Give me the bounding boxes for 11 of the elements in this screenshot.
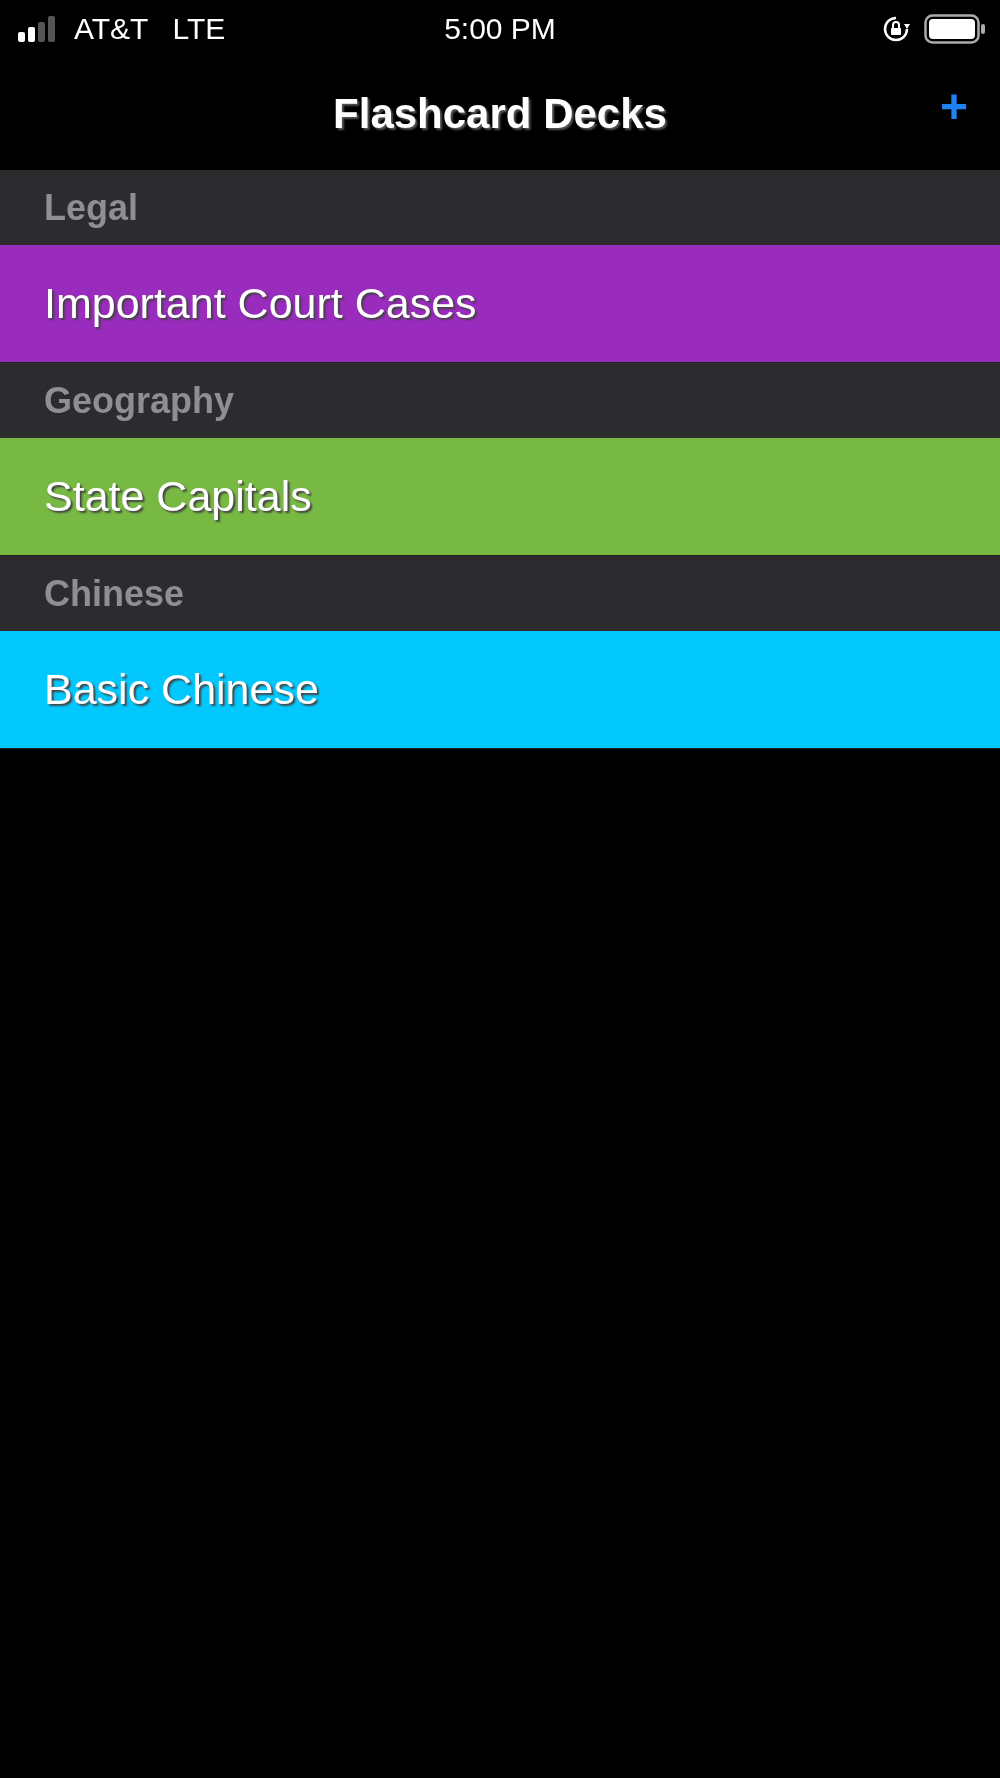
add-button[interactable]: + bbox=[933, 79, 974, 134]
section-header: Legal bbox=[0, 170, 1000, 245]
section-header: Geography bbox=[0, 363, 1000, 438]
status-time: 5:00 PM bbox=[443, 11, 557, 46]
screen-title: Flashcard Decks bbox=[333, 89, 667, 138]
rotation-lock-icon bbox=[882, 14, 910, 43]
deck-row[interactable]: Important Court Cases bbox=[0, 245, 1000, 363]
network-type: LTE bbox=[172, 11, 226, 46]
battery-icon bbox=[924, 13, 986, 44]
section-header: Chinese bbox=[0, 556, 1000, 631]
carrier-name: AT&T bbox=[74, 11, 149, 46]
